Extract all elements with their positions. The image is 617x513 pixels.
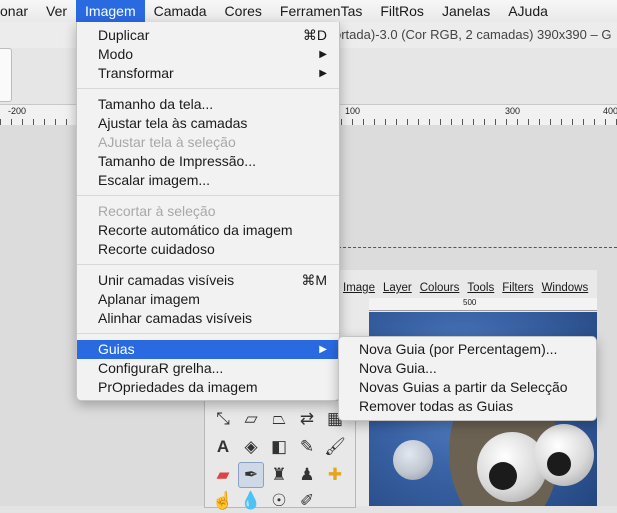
layer-boundary [338, 247, 617, 248]
menu-item-modo[interactable]: Modo ▶ [77, 45, 339, 64]
menu-selecionar[interactable]: onar [0, 0, 37, 22]
shear-tool-icon[interactable]: ▱ [239, 407, 263, 431]
menu-filtros[interactable]: FiltRos [371, 0, 433, 22]
menu-ajuda[interactable]: AJuda [499, 0, 557, 22]
submenu-arrow-icon: ▶ [319, 68, 327, 79]
gradient-tool-icon[interactable]: ◧ [267, 435, 291, 459]
submenu-arrow-icon: ▶ [319, 49, 327, 60]
inner-menu-filters[interactable]: Filters [498, 278, 537, 298]
menu-separator [77, 195, 339, 196]
menu-item-label: Duplicar [98, 27, 150, 43]
inner-menu-colours[interactable]: Colours [416, 278, 464, 298]
imagem-menu: Duplicar ⌘D Modo ▶ Transformar ▶ Tamanho… [76, 22, 340, 401]
eraser-tool-icon[interactable]: ▰ [211, 463, 235, 487]
menu-item-label: Unir camadas visíveis [98, 272, 235, 288]
menu-item-escalar[interactable]: Escalar imagem... [77, 171, 339, 190]
submenu-item-nova-guia[interactable]: Nova Guia... [339, 359, 596, 378]
pencil-tool-icon[interactable]: ✎ [295, 435, 319, 459]
inner-menu-windows[interactable]: Windows [538, 278, 593, 298]
heal-tool-icon[interactable]: ✚ [323, 463, 347, 487]
text-tool-icon[interactable]: A [211, 435, 235, 459]
inner-ruler: 500 [369, 298, 597, 311]
scale-tool-icon[interactable]: ⤡ [211, 407, 235, 431]
menu-item-recorte-automatico[interactable]: Recorte automático da imagem [77, 221, 339, 240]
menu-janelas[interactable]: Janelas [433, 0, 499, 22]
submenu-item-guias-da-seleccao[interactable]: Novas Guias a partir da Selecção [339, 378, 596, 397]
ink-tool-icon[interactable]: ♜ [267, 463, 291, 487]
menu-item-unir-camadas[interactable]: Unir camadas visíveis ⌘M [77, 271, 339, 290]
inner-menu-tools[interactable]: Tools [463, 278, 498, 298]
perspective-tool-icon[interactable]: ⏢ [267, 407, 291, 431]
menu-separator [77, 88, 339, 89]
airbrush-tool-icon[interactable]: ✒ [238, 462, 264, 488]
menu-imagem[interactable]: Imagem [76, 0, 145, 22]
menu-ver[interactable]: Ver [37, 0, 76, 22]
image-pupil [489, 462, 517, 490]
menu-camada[interactable]: Camada [145, 0, 216, 22]
ruler-label: -200 [8, 106, 27, 116]
dodge-tool-icon[interactable]: ☉ [267, 489, 291, 513]
menu-item-tamanho-impressao[interactable]: Tamanho de Impressão... [77, 152, 339, 171]
shortcut-label: ⌘D [302, 27, 327, 43]
submenu-item-remover-guias[interactable]: Remover todas as Guias [339, 397, 596, 416]
menu-ferramentas[interactable]: FerramenTas [271, 0, 371, 22]
menu-item-label: Transformar [98, 65, 174, 81]
menu-item-guias[interactable]: Guias ▶ [77, 340, 339, 359]
ruler-label: 300 [505, 106, 521, 116]
menu-item-label: Guias [98, 341, 135, 357]
burn-tool-icon[interactable]: ✐ [295, 489, 319, 513]
submenu-item-nova-guia-percentagem[interactable]: Nova Guia (por Percentagem)... [339, 340, 596, 359]
submenu-arrow-icon: ▶ [319, 344, 327, 355]
menu-item-tamanho-tela[interactable]: Tamanho da tela... [77, 95, 339, 114]
window-title: ortada)-3.0 (Cor RGB, 2 camadas) 390x390… [334, 27, 612, 42]
menu-item-configurar-grelha[interactable]: ConfiguraR grelha... [77, 359, 339, 378]
menu-separator [77, 264, 339, 265]
menu-bar: onar Ver Imagem Camada Cores FerramenTas… [0, 0, 617, 23]
menu-item-label: Modo [98, 46, 134, 62]
blur-tool-icon[interactable]: 💧 [239, 489, 263, 513]
menu-item-aplanar[interactable]: Aplanar imagem [77, 290, 339, 309]
menu-item-alinhar[interactable]: Alinhar camadas visíveis [77, 309, 339, 328]
toolbox: ⤡ ▱ ⏢ ⇄ ▦ A ◈ ◧ ✎ 🖌 ▰ ✒ ♜ ♟ ✚ ☝ 💧 ☉ ✐ [204, 400, 356, 510]
menu-item-recorte-cuidadoso[interactable]: Recorte cuidadoso [77, 240, 339, 259]
inner-menu-bar: Image Layer Colours Tools Filters Window… [339, 278, 597, 298]
shortcut-label: ⌘M [301, 272, 327, 288]
menu-separator [77, 333, 339, 334]
menu-item-propriedades[interactable]: PrOpriedades da imagem [77, 378, 339, 397]
inner-ruler-label: 500 [463, 298, 477, 307]
flip-tool-icon[interactable]: ⇄ [295, 407, 319, 431]
inner-menu-layer[interactable]: Layer [379, 278, 416, 298]
smudge-tool-icon[interactable]: ☝ [211, 489, 235, 513]
image-pupil [547, 452, 571, 476]
menu-item-recortar-selecao: Recortar à seleção [98, 203, 216, 219]
menu-cores[interactable]: Cores [216, 0, 271, 22]
clone-tool-icon[interactable]: ♟ [295, 463, 319, 487]
guias-submenu: Nova Guia (por Percentagem)... Nova Guia… [338, 336, 597, 421]
image-tab-thumbnail[interactable] [0, 48, 12, 102]
image-eye [393, 440, 433, 480]
ruler-label: 100 [345, 106, 361, 116]
menu-item-transformar[interactable]: Transformar ▶ [77, 64, 339, 83]
menu-item-ajustar-camadas[interactable]: Ajustar tela às camadas [77, 114, 339, 133]
ruler-label: 400 [603, 106, 617, 116]
inner-menu-image[interactable]: Image [339, 278, 379, 298]
bucket-fill-icon[interactable]: ◈ [239, 435, 263, 459]
menu-item-duplicar[interactable]: Duplicar ⌘D [77, 26, 339, 45]
paintbrush-tool-icon[interactable]: 🖌 [323, 435, 347, 459]
menu-item-ajustar-selecao: AJustar tela à seleção [98, 134, 236, 150]
